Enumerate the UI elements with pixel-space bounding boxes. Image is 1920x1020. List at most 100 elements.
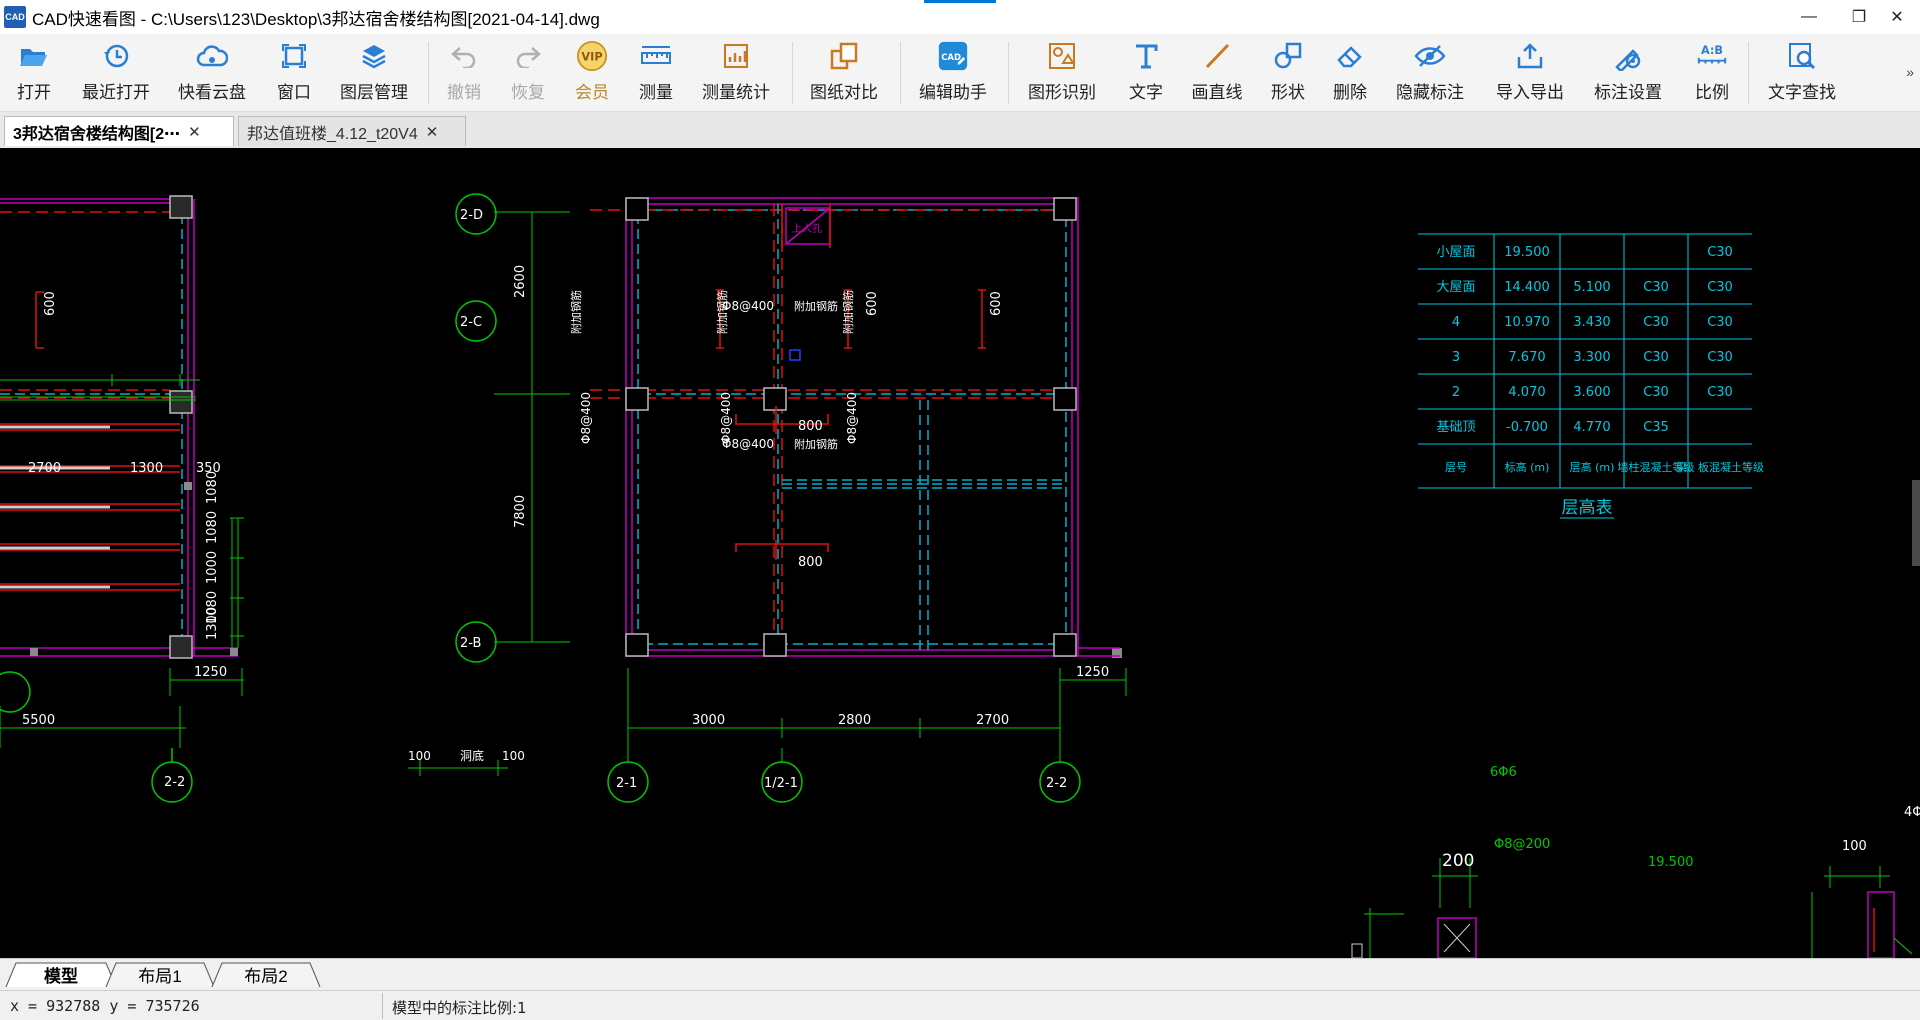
undo-button[interactable]: 撤销 (440, 40, 488, 106)
canvas-scroll-handle[interactable] (1912, 480, 1920, 566)
eraser-icon (1334, 40, 1366, 72)
redo-button[interactable]: 恢复 (504, 40, 552, 106)
table-cell: 4.770 (1573, 420, 1610, 435)
cloud-drive-label: 快看云盘 (178, 83, 246, 103)
rebar-note: 附加钢筋 (794, 437, 838, 451)
measure-stats-button[interactable]: 测量统计 (696, 40, 776, 106)
undo-icon (448, 40, 480, 72)
text-button[interactable]: 文字 (1122, 40, 1170, 106)
edit-assistant-icon: CAD (937, 40, 969, 72)
doc-tab-inactive[interactable]: 邦达值班楼_4.12_t20V4 ✕ (238, 116, 466, 146)
shape-button[interactable]: 形状 (1264, 40, 1312, 106)
drawing-canvas[interactable]: 2700 1300 350 5500 1250 1080 1000 1080 1… (0, 148, 1920, 958)
vip-icon: VIP (576, 40, 608, 72)
annotation-settings-button[interactable]: 标注设置 (1588, 40, 1668, 106)
annotation-scale-text: 模型中的标注比例:1 (392, 999, 527, 1017)
status-bar: x = 932788 y = 735726 模型中的标注比例:1 (0, 990, 1920, 1020)
table-caption: 层高表 (1562, 498, 1613, 518)
scale-icon: A:B (1696, 40, 1728, 72)
minimize-button[interactable]: — (1786, 0, 1832, 34)
svg-text:CAD: CAD (941, 52, 961, 62)
axis-label-21: 2-1 (616, 776, 637, 791)
recent-open-button[interactable]: 最近打开 (76, 40, 156, 106)
table-cell: C30 (1707, 350, 1733, 365)
cursor-coordinates: x = 932788 y = 735726 (10, 997, 200, 1015)
cloud-drive-button[interactable]: 快看云盘 (172, 40, 252, 106)
layout-tab-layout1[interactable]: 布局1 (116, 961, 204, 987)
vip-button[interactable]: VIP 会员 (568, 40, 616, 106)
axis-label: 2-2 (164, 775, 185, 790)
compare-icon (828, 40, 860, 72)
table-cell: C35 (1643, 420, 1669, 435)
layout-tab-model[interactable]: 模型 (16, 961, 106, 987)
text-label: 文字 (1129, 83, 1163, 103)
open-button[interactable]: 打开 (8, 40, 60, 106)
text-search-button[interactable]: 文字查找 (1762, 40, 1842, 106)
measure-stats-label: 测量统计 (702, 83, 770, 103)
hide-annotation-icon (1414, 40, 1446, 72)
measure-label: 测量 (639, 83, 673, 103)
scale-button[interactable]: A:B 比例 (1688, 40, 1736, 106)
import-export-button[interactable]: 导入导出 (1490, 40, 1570, 106)
doc-tab-active[interactable]: 3邦达宿舍楼结构图[2⋯ ✕ (4, 116, 234, 146)
table-cell: C30 (1643, 385, 1669, 400)
import-export-label: 导入导出 (1496, 83, 1564, 103)
rebar-note: Φ8@400 (722, 437, 774, 451)
measure-stats-icon (720, 40, 752, 72)
edit-assistant-label: 编辑助手 (919, 83, 987, 103)
layer-manager-button[interactable]: 图层管理 (334, 40, 414, 106)
more-tools-button[interactable]: » (1906, 64, 1914, 80)
app-logo-icon: CAD (4, 6, 26, 28)
dim-text: 1300 (205, 607, 220, 640)
scale-label: 比例 (1695, 83, 1729, 103)
status-separator (382, 993, 383, 1019)
rebar-note: Φ8@400 (579, 392, 593, 444)
floor-table-text: 小屋面 19.500 C30 大屋面 14.400 5.100 C30 C30 4 10.970 3… (1436, 245, 1764, 518)
edit-assistant-button[interactable]: CAD 编辑助手 (912, 40, 994, 106)
toolbar-separator (428, 42, 429, 104)
dim-text: 1300 (130, 461, 163, 476)
line-icon (1201, 40, 1233, 72)
layout-tab-layout2[interactable]: 布局2 (222, 961, 310, 987)
close-button[interactable]: ✕ (1874, 0, 1920, 34)
dim-text: 1080 (205, 471, 220, 504)
measure-button[interactable]: 测量 (632, 40, 680, 106)
compare-drawings-button[interactable]: 图纸对比 (804, 40, 884, 106)
window-title: CAD快速看图 - C:\Users\123\Desktop\3邦达宿舍楼结构图… (32, 9, 600, 29)
dim-text: 1000 (205, 551, 220, 584)
window-icon (278, 40, 310, 72)
dim-text: 600 (43, 291, 58, 316)
title-bar: CAD CAD快速看图 - C:\Users\123\Desktop\3邦达宿舍… (0, 0, 1920, 34)
redo-icon (512, 40, 544, 72)
elevation-text: 19.500 (1648, 855, 1694, 870)
table-cell: C30 (1643, 315, 1669, 330)
delete-button[interactable]: 删除 (1326, 40, 1374, 106)
rebar-note: 附加钢筋 (715, 290, 729, 334)
hide-annotations-button[interactable]: 隐藏标注 (1390, 40, 1470, 106)
doc-tab-label: 3邦达宿舍楼结构图[2⋯ (13, 125, 181, 143)
cloud-icon (196, 40, 228, 72)
undo-label: 撤销 (447, 83, 481, 103)
recent-open-label: 最近打开 (82, 83, 150, 103)
left-dimension-texts: 2700 1300 350 5500 1250 1080 1000 1080 1… (22, 291, 227, 790)
annotation-settings-icon (1612, 40, 1644, 72)
doc-tab-close-icon[interactable]: ✕ (426, 123, 439, 141)
rebar-note: 附加钢筋 (841, 290, 855, 334)
accent-strip (924, 0, 996, 3)
layout-tab-bar: 模型 布局1 布局2 (0, 958, 1920, 990)
vip-label: 会员 (575, 83, 609, 103)
doc-tab-close-icon[interactable]: ✕ (188, 123, 201, 141)
table-cell: C30 (1707, 280, 1733, 295)
draw-line-button[interactable]: 画直线 (1186, 40, 1248, 106)
rebar-note: 4Φ (1904, 805, 1920, 820)
rebar-note: 附加钢筋 (794, 299, 838, 313)
dim-text: 5500 (22, 713, 55, 728)
axis-label-2d: 2-D (460, 208, 483, 223)
text-icon (1130, 40, 1162, 72)
dim-text: 200 (1442, 851, 1474, 871)
shape-recognize-button[interactable]: 图形识别 (1022, 40, 1102, 106)
table-cell: 4.070 (1508, 385, 1545, 400)
window-button[interactable]: 窗口 (270, 40, 318, 106)
toolbar-separator (1748, 42, 1749, 104)
dim-text: 3000 (692, 713, 725, 728)
